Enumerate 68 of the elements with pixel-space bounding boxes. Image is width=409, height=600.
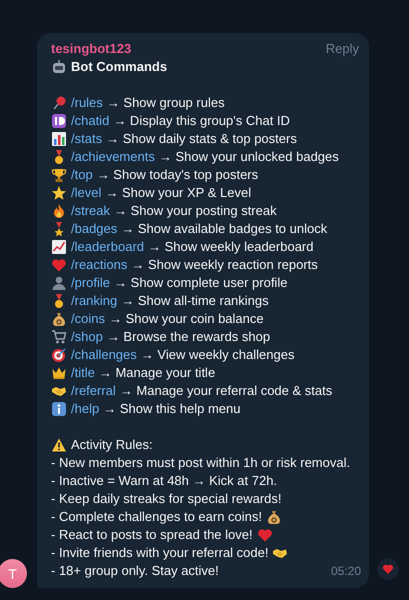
rules-heading: Activity Rules: [71,436,153,454]
command-description: → Show your posting streak [114,202,277,220]
command-description: → Manage your title [98,364,216,382]
star-icon [51,185,67,201]
command-description: → Show weekly leaderboard [148,238,314,256]
info-icon [51,401,67,417]
command-link[interactable]: /help [71,400,100,418]
command-link[interactable]: /title [71,364,95,382]
bar-chart-icon [51,131,67,147]
command-link[interactable]: /chatid [71,112,110,130]
command-description: → Show complete user profile [114,274,288,292]
rule-text: - 18+ group only. Stay active! [51,562,219,580]
command-description: → Show group rules [106,94,225,112]
heart-icon [256,527,273,543]
command-description: → Browse the rewards shop [106,328,270,346]
rule-text: - New members must post within 1h or risk removal. [51,454,350,472]
command-description: → Show all-time rankings [121,292,269,310]
command-link[interactable]: /rules [71,94,103,112]
message-time: 05:20 [330,563,361,580]
command-link[interactable]: /shop [71,328,103,346]
pushpin-icon [51,95,67,111]
reply-button[interactable]: Reply [326,40,359,58]
sender-name[interactable]: tesingbot123 [51,40,132,58]
command-description: → Show your XP & Level [105,184,252,202]
money-bag-icon [51,311,67,327]
heart-icon [51,257,67,273]
command-link[interactable]: /stats [71,130,102,148]
command-link[interactable]: /reactions [71,256,128,274]
command-link[interactable]: /top [71,166,93,184]
command-link[interactable]: /badges [71,220,118,238]
heart-icon [382,563,394,575]
rule-text: - Complete challenges to earn coins! [51,508,262,526]
command-description: → Display this group's Chat ID [113,112,290,130]
command-description: → Show your coin balance [108,310,264,328]
command-description: → Show your unlocked badges [158,148,339,166]
message-title: Bot Commands [71,58,168,76]
line-chart-icon [51,239,67,255]
target-icon [51,347,67,363]
person-icon [51,275,67,291]
command-link[interactable]: /challenges [71,346,137,364]
money-bag-icon [266,509,282,525]
id-icon [51,113,67,129]
command-description: → Show weekly reaction reports [131,256,318,274]
command-description: → Show today's top posters [96,166,258,184]
robot-icon [51,59,67,75]
flame-icon [51,203,67,219]
command-link[interactable]: /streak [71,202,110,220]
rule-text: - React to posts to spread the love! [51,526,253,544]
crown-icon [51,365,67,381]
warning-icon [51,437,67,453]
reaction-button[interactable] [377,558,399,580]
rule-text: - Inactive = Warn at 48h → Kick at 72h. [51,472,278,490]
rule-text: - Invite friends with your referral code! [51,544,268,562]
command-link[interactable]: /achievements [71,148,155,166]
command-description: → View weekly challenges [140,346,294,364]
command-link[interactable]: /level [71,184,102,202]
command-link[interactable]: /ranking [71,292,118,310]
command-link[interactable]: /referral [71,382,116,400]
command-link[interactable]: /profile [71,274,110,292]
command-description: → Manage your referral code & stats [120,382,332,400]
cart-icon [51,329,67,345]
trophy-icon [51,167,67,183]
command-link[interactable]: /coins [71,310,105,328]
command-description: → Show daily stats & top posters [106,130,297,148]
command-link[interactable]: /leaderboard [71,238,144,256]
command-description: → Show this help menu [103,400,240,418]
rule-text: - Keep daily streaks for special rewards! [51,490,282,508]
command-description: → Show available badges to unlock [121,220,328,238]
